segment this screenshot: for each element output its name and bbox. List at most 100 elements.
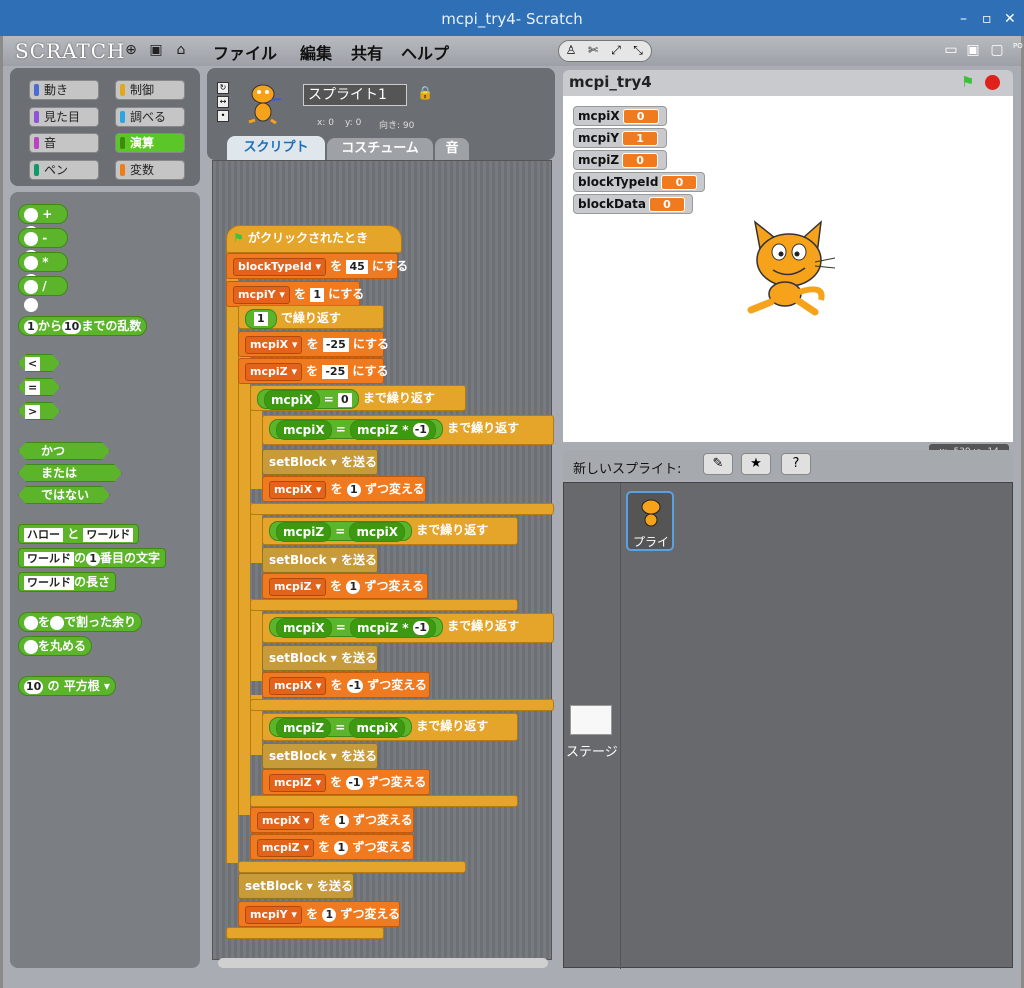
stage-thumb[interactable] <box>570 705 612 735</box>
no-rotate-icon[interactable]: • <box>217 110 229 122</box>
flip-icon[interactable]: ↔ <box>217 96 229 108</box>
add-block[interactable]: + <box>18 204 68 240</box>
divide-block[interactable]: / <box>18 276 68 312</box>
shrink-icon[interactable]: ⤡ <box>629 43 647 58</box>
multiply-block[interactable]: * <box>18 252 68 288</box>
paint-sprite-button[interactable]: ✎ <box>703 453 733 475</box>
random-block[interactable]: 1 から 10 までの乱数 <box>18 316 148 336</box>
share-icon[interactable]: ⌂ <box>173 42 189 58</box>
or-block[interactable]: または <box>18 464 122 482</box>
subtract-block[interactable]: - <box>18 228 68 264</box>
repeat-until-block[interactable]: mcpiZ = mcpiX まで繰り返す <box>262 517 518 545</box>
menu-file[interactable]: ファイル <box>213 40 277 64</box>
maximize-button[interactable]: ▫ <box>982 0 992 38</box>
category-sensing[interactable]: 調べる <box>115 107 185 127</box>
equals-block[interactable]: = <box>18 378 60 396</box>
small-stage-icon[interactable]: ▭ <box>943 42 959 58</box>
monitor-mcpix: mcpiX 0 <box>573 106 667 126</box>
category-looks[interactable]: 見た目 <box>29 107 99 127</box>
sprite-name-field[interactable]: スプライト1 <box>303 84 407 106</box>
monitor-blockdata: blockData 0 <box>573 194 693 214</box>
mod-block[interactable]: をで割った余り <box>18 612 143 632</box>
choose-sprite-button[interactable]: ★ <box>741 453 771 475</box>
repeat-until-block[interactable]: mcpiX = mcpiZ * -1 まで繰り返す <box>262 415 554 445</box>
stage[interactable]: mcpiX 0 mcpiY 1 mcpiZ 0 blockTypeId 0 blockD… <box>563 96 1013 442</box>
tab-scripts[interactable]: スクリプト <box>227 136 325 160</box>
greater-than-block[interactable]: > <box>18 402 60 420</box>
category-variables[interactable]: 変数 <box>115 160 185 180</box>
set-mcpiy-block[interactable]: mcpiY ▾ を 1 にする <box>226 281 364 307</box>
length-block[interactable]: ワールド の長さ <box>18 572 117 592</box>
presentation-icon[interactable]: ▢ <box>989 42 1005 58</box>
forever-wall <box>226 243 238 863</box>
set-mcpix-block[interactable]: mcpiX ▾ を -25 にする <box>238 331 389 357</box>
and-block[interactable]: かつ <box>18 442 110 460</box>
change-block[interactable]: mcpiY ▾ を 1 ずつ変える <box>238 901 400 927</box>
category-pen[interactable]: ペン <box>29 160 99 180</box>
category-panel: 動き 制御 見た目 調べる 音 演算 ペン 変数 <box>10 68 200 186</box>
category-sound[interactable]: 音 <box>29 133 99 153</box>
cat-sprite-icon[interactable] <box>741 214 837 318</box>
duplicate-icon[interactable]: ♙ <box>562 43 580 57</box>
menubar: SCRATCH ⊕ ▣ ⌂ ファイル 編集 共有 ヘルプ ♙ ✄ ⤢ ⤡ ▭ ▣… <box>3 36 1021 66</box>
letter-of-block[interactable]: ワールドの 1 番目の文字 <box>18 548 167 568</box>
repeat-until-block[interactable]: mcpiX = 0 まで繰り返す <box>250 385 466 411</box>
tab-sounds[interactable]: 音 <box>435 138 469 160</box>
menu-share[interactable]: 共有 <box>351 40 383 64</box>
menu-help[interactable]: ヘルプ <box>401 40 449 64</box>
broadcast-block[interactable]: setBlock ▾ を送る <box>262 449 378 475</box>
rotate-icon[interactable]: ↻ <box>217 82 229 94</box>
less-than-block[interactable]: < <box>18 354 60 372</box>
repeat-until-block[interactable]: mcpiZ = mcpiX まで繰り返す <box>262 713 518 741</box>
join-block[interactable]: ハロー と ワールド <box>18 524 140 544</box>
sprite-info: ↻ ↔ • スプライト1 🔒 x: 0 y: 0 向き: 90 スクリプト コス… <box>207 68 555 160</box>
script-scrollbar[interactable] <box>218 958 548 968</box>
random-sprite-button[interactable]: ? <box>781 453 811 475</box>
change-block[interactable]: mcpiX ▾ を 1 ずつ変える <box>250 807 414 833</box>
round-block[interactable]: を丸める <box>18 636 93 656</box>
loop3-wall <box>250 599 262 681</box>
loop-end <box>250 699 554 711</box>
category-motion[interactable]: 動き <box>29 80 99 100</box>
tab-costumes[interactable]: コスチューム <box>327 138 433 160</box>
repeat-block[interactable]: 1 で繰り返す <box>238 305 384 329</box>
menu-edit[interactable]: 編集 <box>300 40 332 64</box>
grow-icon[interactable]: ⤢ <box>607 43 625 58</box>
change-block[interactable]: mcpiZ ▾ を 1 ずつ変える <box>262 573 428 599</box>
sqrt-block[interactable]: 10 の 平方根 ▾ <box>18 676 116 696</box>
stage-thumb-label: ステージ <box>566 745 618 760</box>
green-flag-icon[interactable]: ⚑ <box>961 73 974 91</box>
change-block[interactable]: mcpiX ▾ を 1 ずつ変える <box>262 476 426 502</box>
broadcast-block[interactable]: setBlock ▾ を送る <box>238 873 354 899</box>
change-block[interactable]: mcpiX ▾ を -1 ずつ変える <box>262 672 430 698</box>
lock-icon[interactable]: 🔒 <box>417 86 433 101</box>
not-block[interactable]: ではない <box>18 486 110 504</box>
normal-stage-icon[interactable]: ▣ <box>965 42 981 58</box>
delete-icon[interactable]: ✄ <box>584 43 602 57</box>
loop-end <box>250 795 518 807</box>
new-sprite-label: 新しいスプライト: <box>573 462 682 477</box>
project-title: mcpi_try4 <box>569 73 652 91</box>
monitor-mcpiz: mcpiZ 0 <box>573 150 667 170</box>
category-control[interactable]: 制御 <box>115 80 185 100</box>
stop-icon[interactable] <box>985 75 1000 90</box>
sprite-list-divider <box>620 483 621 969</box>
broadcast-block[interactable]: setBlock ▾ を送る <box>262 743 378 769</box>
save-icon[interactable]: ▣ <box>148 42 164 58</box>
when-flag-clicked-block[interactable]: ⚑ がクリックされたとき <box>226 225 402 253</box>
broadcast-block[interactable]: setBlock ▾ を送る <box>262 547 378 573</box>
set-mcpiz-block[interactable]: mcpiZ ▾ を -25 にする <box>238 358 389 384</box>
sprite-thumb[interactable]: プライ <box>626 491 674 551</box>
category-operators[interactable]: 演算 <box>115 133 185 153</box>
minimize-button[interactable]: – <box>960 0 967 38</box>
close-button[interactable]: ✕ <box>1004 0 1016 38</box>
script-area[interactable]: ⚑ がクリックされたとき blockTypeId ▾ を 45 にする mcpi… <box>212 160 554 960</box>
change-block[interactable]: mcpiZ ▾ を 1 ずつ変える <box>250 834 414 860</box>
scratch-logo: SCRATCH <box>15 39 126 63</box>
globe-icon[interactable]: ⊕ <box>123 42 139 58</box>
broadcast-block[interactable]: setBlock ▾ を送る <box>262 645 378 671</box>
change-block[interactable]: mcpiZ ▾ を -1 ずつ変える <box>262 769 430 795</box>
set-blocktypeid-block[interactable]: blockTypeId ▾ を 45 にする <box>226 253 408 279</box>
right-edge-text: PO <box>1013 42 1023 50</box>
repeat-until-block[interactable]: mcpiX = mcpiZ * -1 まで繰り返す <box>262 613 554 643</box>
